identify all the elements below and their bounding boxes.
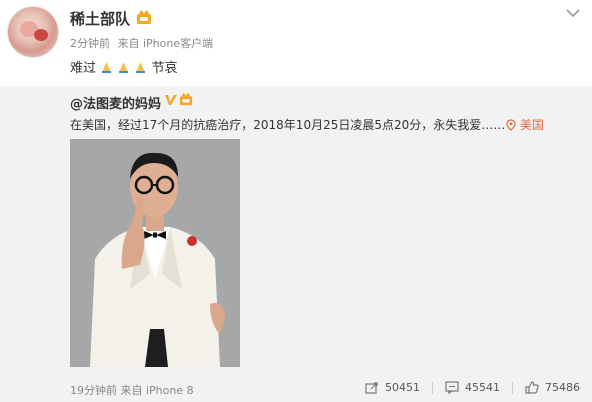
comment-count: 45541 xyxy=(465,381,500,394)
chevron-down-icon[interactable] xyxy=(566,8,580,18)
repost-card: @法图麦的妈妈 在美国，经过17个月的抗癌治疗，2018年10月25日凌晨5点2… xyxy=(0,86,592,376)
thumbs-up-icon xyxy=(525,381,539,394)
avatar[interactable] xyxy=(7,6,59,58)
weibo-post: 稀土部队 2分钟前 来自 iPhone客户端 难过 节哀 @法图麦的妈妈 在美国… xyxy=(0,0,592,402)
post-source[interactable]: 来自 iPhone客户端 xyxy=(118,37,214,50)
repost-count: 50451 xyxy=(385,381,420,394)
avatar-image-part xyxy=(34,29,48,41)
repost-author[interactable]: @法图麦的妈妈 xyxy=(70,93,161,112)
repost-text: 在美国，经过17个月的抗癌治疗，2018年10月25日凌晨5点20分，永失我爱…… xyxy=(70,118,506,132)
verified-v-icon[interactable] xyxy=(164,93,178,107)
post-photo[interactable] xyxy=(70,139,240,367)
post-text: 难过 节哀 xyxy=(70,57,178,76)
location-label: 美国 xyxy=(519,118,544,132)
divider xyxy=(432,381,433,394)
comment-icon xyxy=(445,381,459,394)
post-text-before: 难过 xyxy=(70,61,97,76)
post-time[interactable]: 2分钟前 xyxy=(70,37,110,50)
post-text-after: 节哀 xyxy=(151,61,178,76)
repost-time[interactable]: 19分钟前 xyxy=(70,384,117,397)
repost-meta: 19分钟前 来自 iPhone 8 xyxy=(70,382,194,398)
location-link[interactable]: 美国 xyxy=(506,116,544,133)
pray-icon xyxy=(119,62,129,73)
vip-crown-icon[interactable] xyxy=(179,92,193,106)
like-count: 75486 xyxy=(545,381,580,394)
divider xyxy=(512,381,513,394)
repost-footer: 19分钟前 来自 iPhone 8 50451 45541 75486 xyxy=(0,376,592,402)
repost-source[interactable]: 来自 iPhone 8 xyxy=(121,384,194,397)
repost-button[interactable]: 50451 xyxy=(365,381,433,394)
post-meta: 2分钟前 来自 iPhone客户端 xyxy=(70,35,217,51)
man-in-white-tuxedo-photo xyxy=(70,139,240,367)
repost-icon xyxy=(365,382,378,394)
vip-crown-icon[interactable] xyxy=(136,9,152,25)
like-button[interactable]: 75486 xyxy=(525,381,580,394)
pray-icon xyxy=(102,62,112,73)
comment-button[interactable]: 45541 xyxy=(445,381,513,394)
username[interactable]: 稀土部队 xyxy=(70,8,130,29)
location-pin-icon xyxy=(506,119,516,131)
action-bar: 50451 45541 75486 xyxy=(365,381,580,394)
pray-icon xyxy=(136,62,146,73)
